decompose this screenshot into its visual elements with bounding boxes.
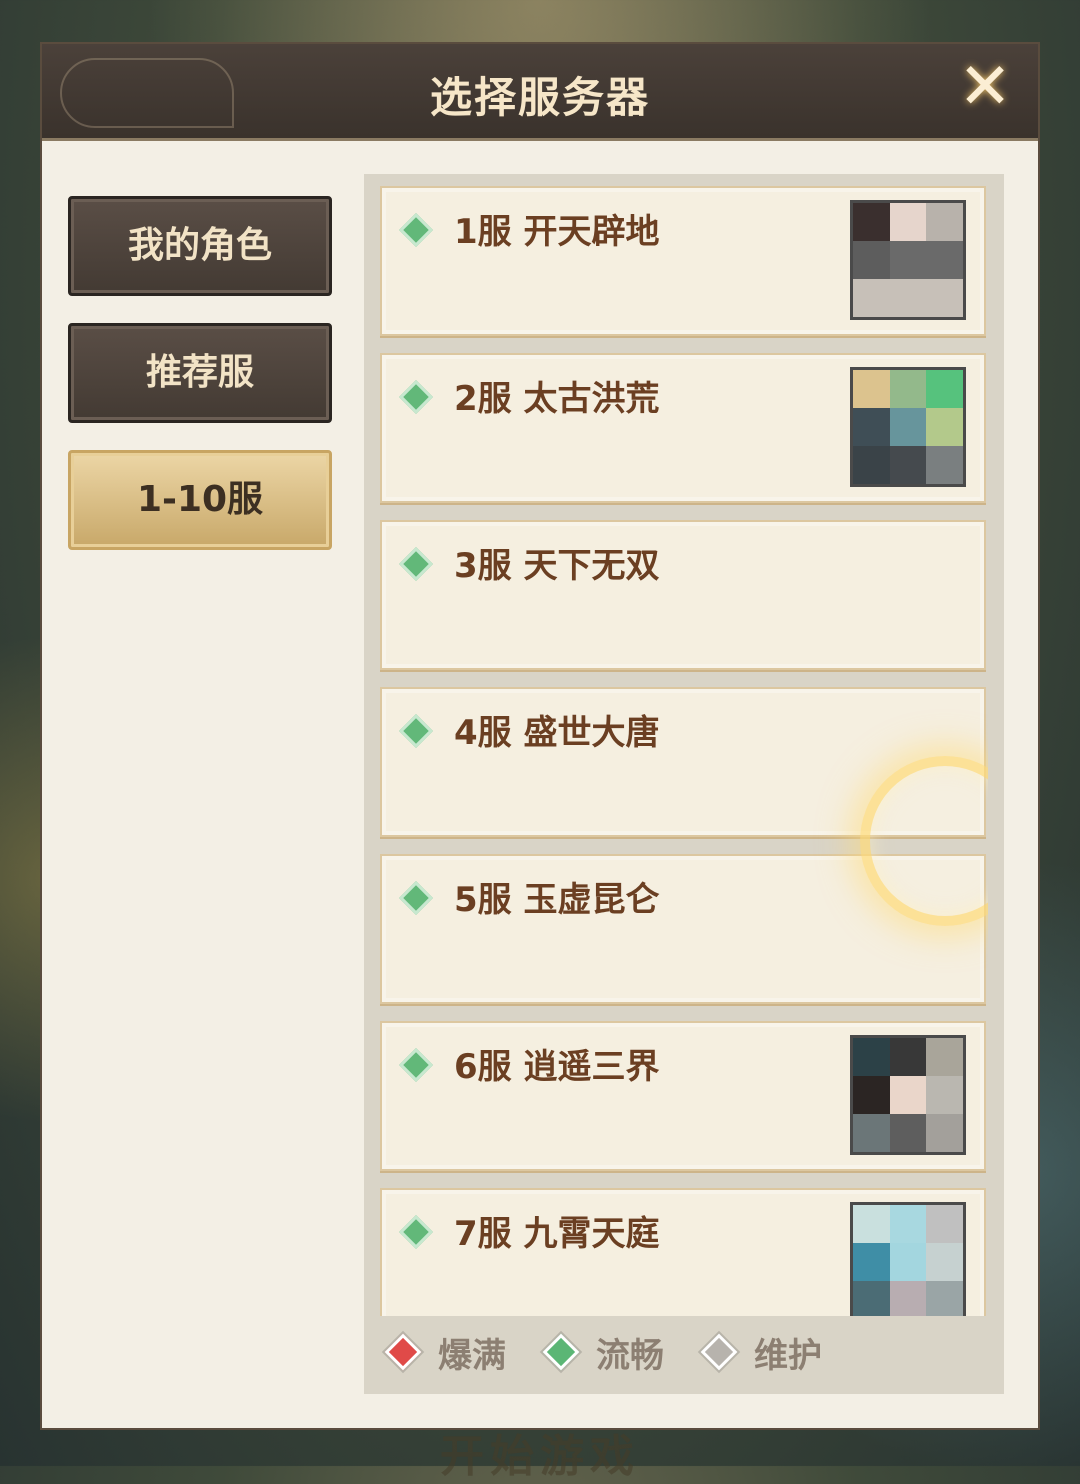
server-list-area: 1服 开天辟地 2服 太古洪荒 3服 天下无双 4服 盛世大唐 5服 玉虚昆仑 …: [364, 174, 1004, 1394]
server-card-2[interactable]: 2服 太古洪荒: [380, 353, 986, 503]
status-smooth-icon: [399, 881, 433, 915]
dialog-header: 选择服务器 ✕: [42, 44, 1038, 141]
legend-label: 爆满: [438, 1335, 506, 1376]
status-smooth-icon: [542, 1333, 580, 1371]
legend-item-full: 爆满: [384, 1328, 506, 1377]
status-smooth-icon: [399, 1048, 433, 1082]
character-avatar: [850, 367, 966, 487]
server-card-7[interactable]: 7服 九霄天庭: [380, 1188, 986, 1316]
legend-label: 流畅: [596, 1335, 664, 1376]
character-avatar: [850, 1035, 966, 1155]
server-name: 4服 盛世大唐: [454, 713, 660, 753]
start-game-button-background: 开始游戏: [440, 1431, 640, 1482]
legend-label: 维护: [754, 1335, 822, 1376]
status-full-icon: [384, 1333, 422, 1371]
server-card-1[interactable]: 1服 开天辟地: [380, 186, 986, 336]
status-maintenance-icon: [700, 1333, 738, 1371]
status-smooth-icon: [399, 714, 433, 748]
server-name: 5服 玉虚昆仑: [454, 880, 660, 920]
server-card-6[interactable]: 6服 逍遥三界: [380, 1021, 986, 1171]
server-name: 1服 开天辟地: [454, 212, 660, 252]
server-card-3[interactable]: 3服 天下无双: [380, 520, 986, 670]
server-name: 7服 九霄天庭: [454, 1214, 660, 1254]
status-legend: 爆满 流畅 维护: [384, 1322, 858, 1382]
character-avatar: [850, 200, 966, 320]
server-select-dialog: 选择服务器 ✕ 我的角色 推荐服 1-10服 1服 开天辟地 2服 太古洪荒 3…: [42, 44, 1038, 1428]
sidebar-item-my-characters[interactable]: 我的角色: [68, 196, 332, 296]
legend-item-maintenance: 维护: [700, 1328, 822, 1377]
server-name: 2服 太古洪荒: [454, 379, 660, 419]
sidebar-item-recommended[interactable]: 推荐服: [68, 323, 332, 423]
close-icon[interactable]: ✕: [954, 55, 1016, 119]
server-name: 3服 天下无双: [454, 546, 660, 586]
status-smooth-icon: [399, 213, 433, 247]
dialog-title: 选择服务器: [429, 73, 650, 122]
status-smooth-icon: [399, 1215, 433, 1249]
status-smooth-icon: [399, 380, 433, 414]
server-name: 6服 逍遥三界: [454, 1047, 660, 1087]
character-avatar: [850, 1202, 966, 1316]
legend-item-smooth: 流畅: [542, 1328, 664, 1377]
status-smooth-icon: [399, 547, 433, 581]
server-list[interactable]: 1服 开天辟地 2服 太古洪荒 3服 天下无双 4服 盛世大唐 5服 玉虚昆仑 …: [380, 186, 988, 1316]
sidebar-item-servers-1-10[interactable]: 1-10服: [68, 450, 332, 550]
